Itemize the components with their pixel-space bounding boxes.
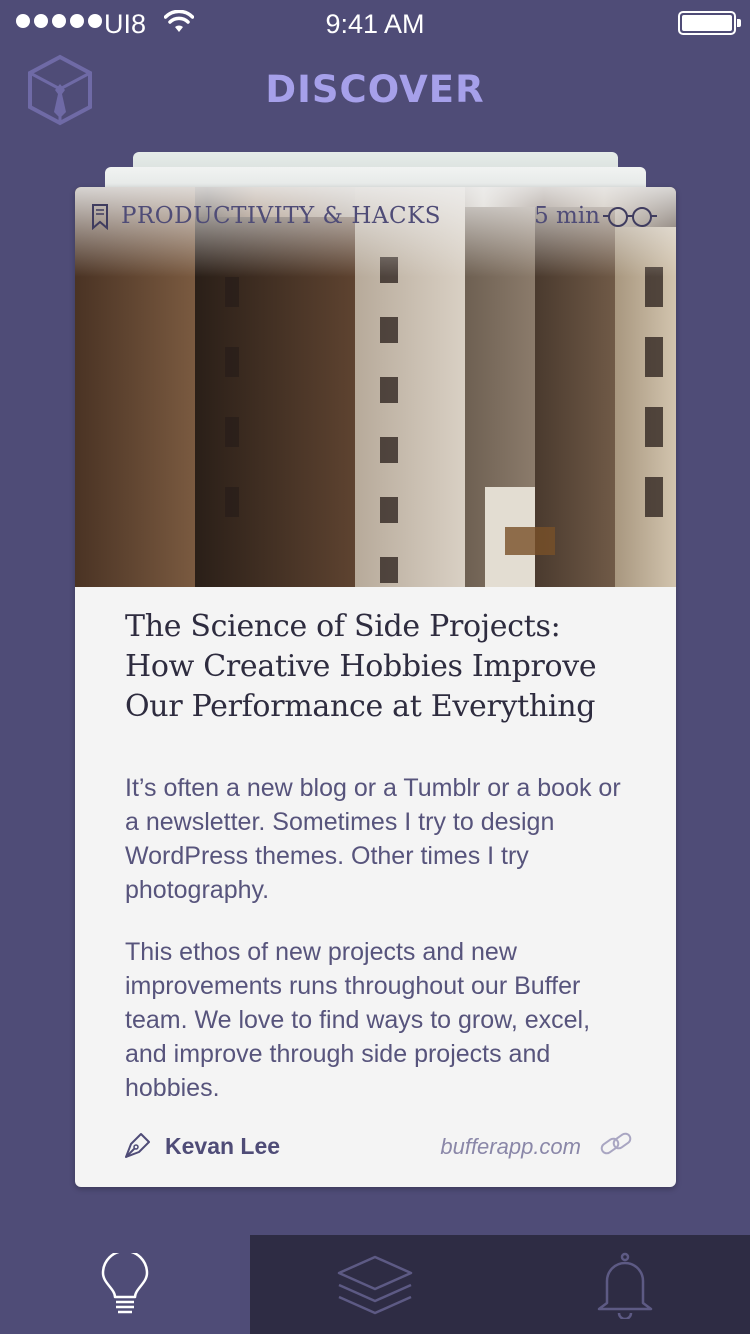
article-image [75,187,676,587]
author-name[interactable]: Kevan Lee [165,1133,280,1160]
article-category[interactable]: PRODUCTIVITY & HACKS [121,203,441,229]
article-body: The Science of Side Projects: How Creati… [125,607,635,1105]
article-paragraph: This ethos of new projects and new impro… [125,938,591,1102]
link-icon[interactable] [599,1130,633,1158]
read-time: 5 min [534,203,600,229]
page-title: DISCOVER [265,68,485,111]
status-time: 9:41 AM [325,9,425,39]
status-bar: UI8 9:41 AM [0,0,750,48]
article-meta-bar: PRODUCTIVITY & HACKS 5 min [75,187,676,247]
article-paragraph: It’s often a new blog or a Tumblr or a b… [125,774,621,904]
article-card[interactable]: PRODUCTIVITY & HACKS 5 min The Science o… [75,187,676,1187]
layers-icon [337,1255,413,1314]
bell-icon [597,1252,653,1319]
lightbulb-icon [101,1252,149,1313]
tab-discover[interactable] [0,1235,250,1334]
tab-collections[interactable] [250,1235,500,1334]
source-domain[interactable]: bufferapp.com [440,1134,581,1160]
glasses-icon [603,207,657,227]
bookmark-icon[interactable] [91,204,109,230]
battery-icon [678,11,741,35]
tab-notifications[interactable] [500,1235,750,1334]
article-headline[interactable]: The Science of Side Projects: How Creati… [125,607,635,727]
tab-bar [0,1235,750,1334]
pen-nib-icon [125,1133,150,1158]
article-footer: Kevan Lee bufferapp.com [123,1117,633,1167]
